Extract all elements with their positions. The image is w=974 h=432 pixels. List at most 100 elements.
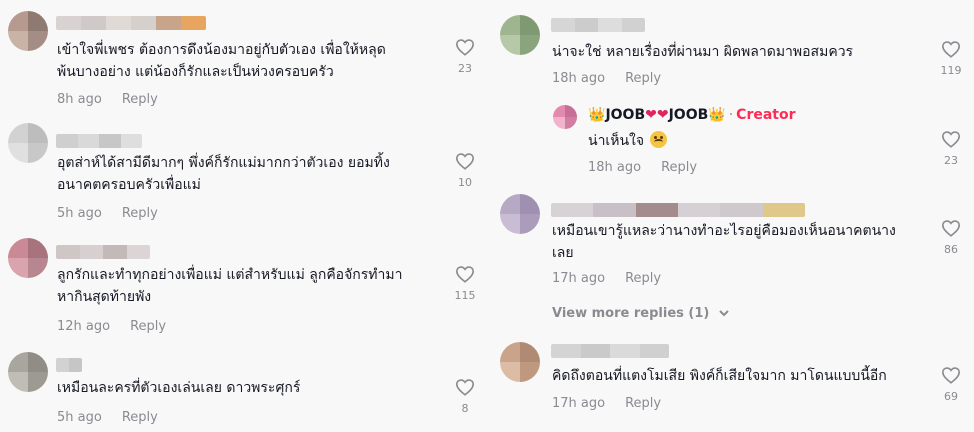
- like-button[interactable]: 23: [454, 38, 476, 75]
- like-button[interactable]: 119: [940, 40, 962, 77]
- username-blurred[interactable]: [56, 245, 150, 259]
- avatar[interactable]: [8, 238, 48, 278]
- comment-text: คิดถึงตอนที่แตงโมเสีย พิงค์ก็เสียใจมาก ม…: [552, 368, 887, 384]
- avatar-pixel: [500, 35, 520, 55]
- username-pixel: [103, 245, 127, 259]
- view-more-replies-button[interactable]: View more replies (1): [552, 306, 730, 321]
- username-pixel: [56, 245, 80, 259]
- username-pixel: [677, 203, 721, 217]
- username-blurred[interactable]: [551, 203, 805, 217]
- avatar[interactable]: [8, 352, 48, 392]
- comment-time: 5h ago: [57, 410, 102, 425]
- username-pixel: [551, 344, 581, 358]
- creator-username[interactable]: 👑JOOB❤❤JOOB👑 · Creator: [588, 107, 796, 123]
- like-button[interactable]: 86: [940, 219, 962, 256]
- comment-meta: 12h ago Reply: [57, 319, 166, 334]
- avatar[interactable]: [500, 342, 540, 382]
- like-button[interactable]: 69: [940, 366, 962, 403]
- comment-meta: 5h ago Reply: [57, 410, 158, 425]
- like-count: 86: [944, 243, 958, 256]
- reply-button[interactable]: Reply: [130, 319, 166, 334]
- username-pixel: [621, 18, 645, 32]
- heart-icon: ❤: [656, 107, 669, 123]
- comment-meta: 17h ago Reply: [552, 396, 661, 411]
- username-blurred[interactable]: [56, 358, 82, 372]
- reply-button[interactable]: Reply: [661, 160, 697, 175]
- comment-item: คิดถึงตอนที่แตงโมเสีย พิงค์ก็เสียใจมาก ม…: [487, 338, 974, 432]
- heart-outline-icon: [941, 131, 961, 148]
- comment-text: ลูกรักและทำทุกอย่างเพื่อแม่ แต่สำหรับแม่…: [57, 267, 403, 305]
- reply-button[interactable]: Reply: [122, 206, 158, 221]
- like-count: 10: [458, 176, 472, 189]
- comment-item: เหมือนละครที่ตัวเองเล่นเลย ดาวพระศุกร์ 5…: [0, 342, 487, 432]
- username-pixel: [56, 16, 81, 30]
- comment-item: เหมือนเขารู้แหละว่านางทำอะไรอยู่คือมองเห…: [487, 183, 974, 338]
- comment-text: อุตส่าห์ได้สามีดีมากๆ พึ่งค์ก็รักแม่มากก…: [57, 155, 390, 193]
- avatar-pixel: [8, 143, 28, 163]
- like-button[interactable]: 115: [454, 265, 476, 302]
- avatar-pixel: [553, 117, 565, 129]
- username-pixel: [126, 245, 150, 259]
- avatar-pixel: [500, 194, 520, 214]
- like-count: 23: [944, 154, 958, 167]
- comments-column-right: น่าจะใช่ หลายเรื่องที่ผ่านมา ผิดพลาดมาพอ…: [487, 0, 974, 432]
- comment-item: อุตส่าห์ได้สามีดีมากๆ พึ่งค์ก็รักแม่มากก…: [0, 112, 487, 227]
- avatar-pixel: [500, 15, 520, 35]
- reply-button[interactable]: Reply: [625, 271, 661, 286]
- comment-text: น่าเห็นใจ: [588, 131, 668, 153]
- username-pixel: [120, 134, 142, 148]
- comment-time: 18h ago: [588, 160, 642, 175]
- username-blurred[interactable]: [551, 344, 669, 358]
- like-button[interactable]: 10: [454, 152, 476, 189]
- heart-icon: ❤: [645, 107, 657, 123]
- username-pixel: [106, 16, 131, 30]
- reply-button[interactable]: Reply: [625, 71, 661, 86]
- comments-column-left: เข้าใจพี่เพชร ต้องการดึงน้องมาอยู่กับตัว…: [0, 0, 487, 432]
- like-count: 115: [454, 289, 476, 302]
- heart-outline-icon: [455, 379, 475, 396]
- avatar[interactable]: [8, 123, 48, 163]
- username-pixel: [181, 16, 206, 30]
- crown-icon: 👑: [588, 107, 606, 123]
- avatar[interactable]: [8, 11, 48, 51]
- reply-button[interactable]: Reply: [122, 92, 158, 107]
- avatar-pixel: [8, 372, 28, 392]
- heart-outline-icon: [455, 39, 475, 56]
- reply-button[interactable]: Reply: [625, 396, 661, 411]
- username-blurred[interactable]: [56, 134, 142, 148]
- avatar[interactable]: [500, 194, 540, 234]
- creator-avatar[interactable]: [553, 105, 577, 129]
- heart-outline-icon: [941, 367, 961, 384]
- avatar-pixel: [8, 258, 28, 278]
- comment-time: 17h ago: [552, 271, 606, 286]
- avatar-pixel: [8, 238, 28, 258]
- comment-text: เข้าใจพี่เพชร ต้องการดึงน้องมาอยู่กับตัว…: [57, 42, 386, 80]
- username-pixel: [593, 203, 636, 217]
- username-pixel: [598, 18, 622, 32]
- avatar-pixel: [553, 105, 565, 117]
- username-pixel: [69, 358, 82, 372]
- avatar-pixel: [565, 105, 577, 117]
- username-pixel: [79, 245, 103, 259]
- like-count: 23: [458, 62, 472, 75]
- avatar-pixel: [520, 214, 540, 234]
- like-button[interactable]: 8: [454, 378, 476, 415]
- comment-time: 5h ago: [57, 206, 102, 221]
- crown-icon: 👑: [708, 107, 726, 123]
- like-count: 8: [461, 402, 469, 415]
- username-pixel: [551, 18, 575, 32]
- username-pixel: [720, 203, 763, 217]
- avatar-pixel: [520, 194, 540, 214]
- avatar-pixel: [565, 117, 577, 129]
- username-blurred[interactable]: [56, 16, 206, 30]
- heart-outline-icon: [941, 41, 961, 58]
- reply-button[interactable]: Reply: [122, 410, 158, 425]
- creator-reply-item: 👑JOOB❤❤JOOB👑 · Creator น่าเห็นใจ 18h ago Re…: [487, 95, 974, 183]
- username-pixel: [99, 134, 121, 148]
- username-blurred[interactable]: [551, 18, 645, 32]
- username-pixel: [762, 203, 805, 217]
- avatar[interactable]: [500, 15, 540, 55]
- like-button[interactable]: 23: [940, 130, 962, 167]
- username-pixel: [551, 203, 594, 217]
- heart-outline-icon: [455, 153, 475, 170]
